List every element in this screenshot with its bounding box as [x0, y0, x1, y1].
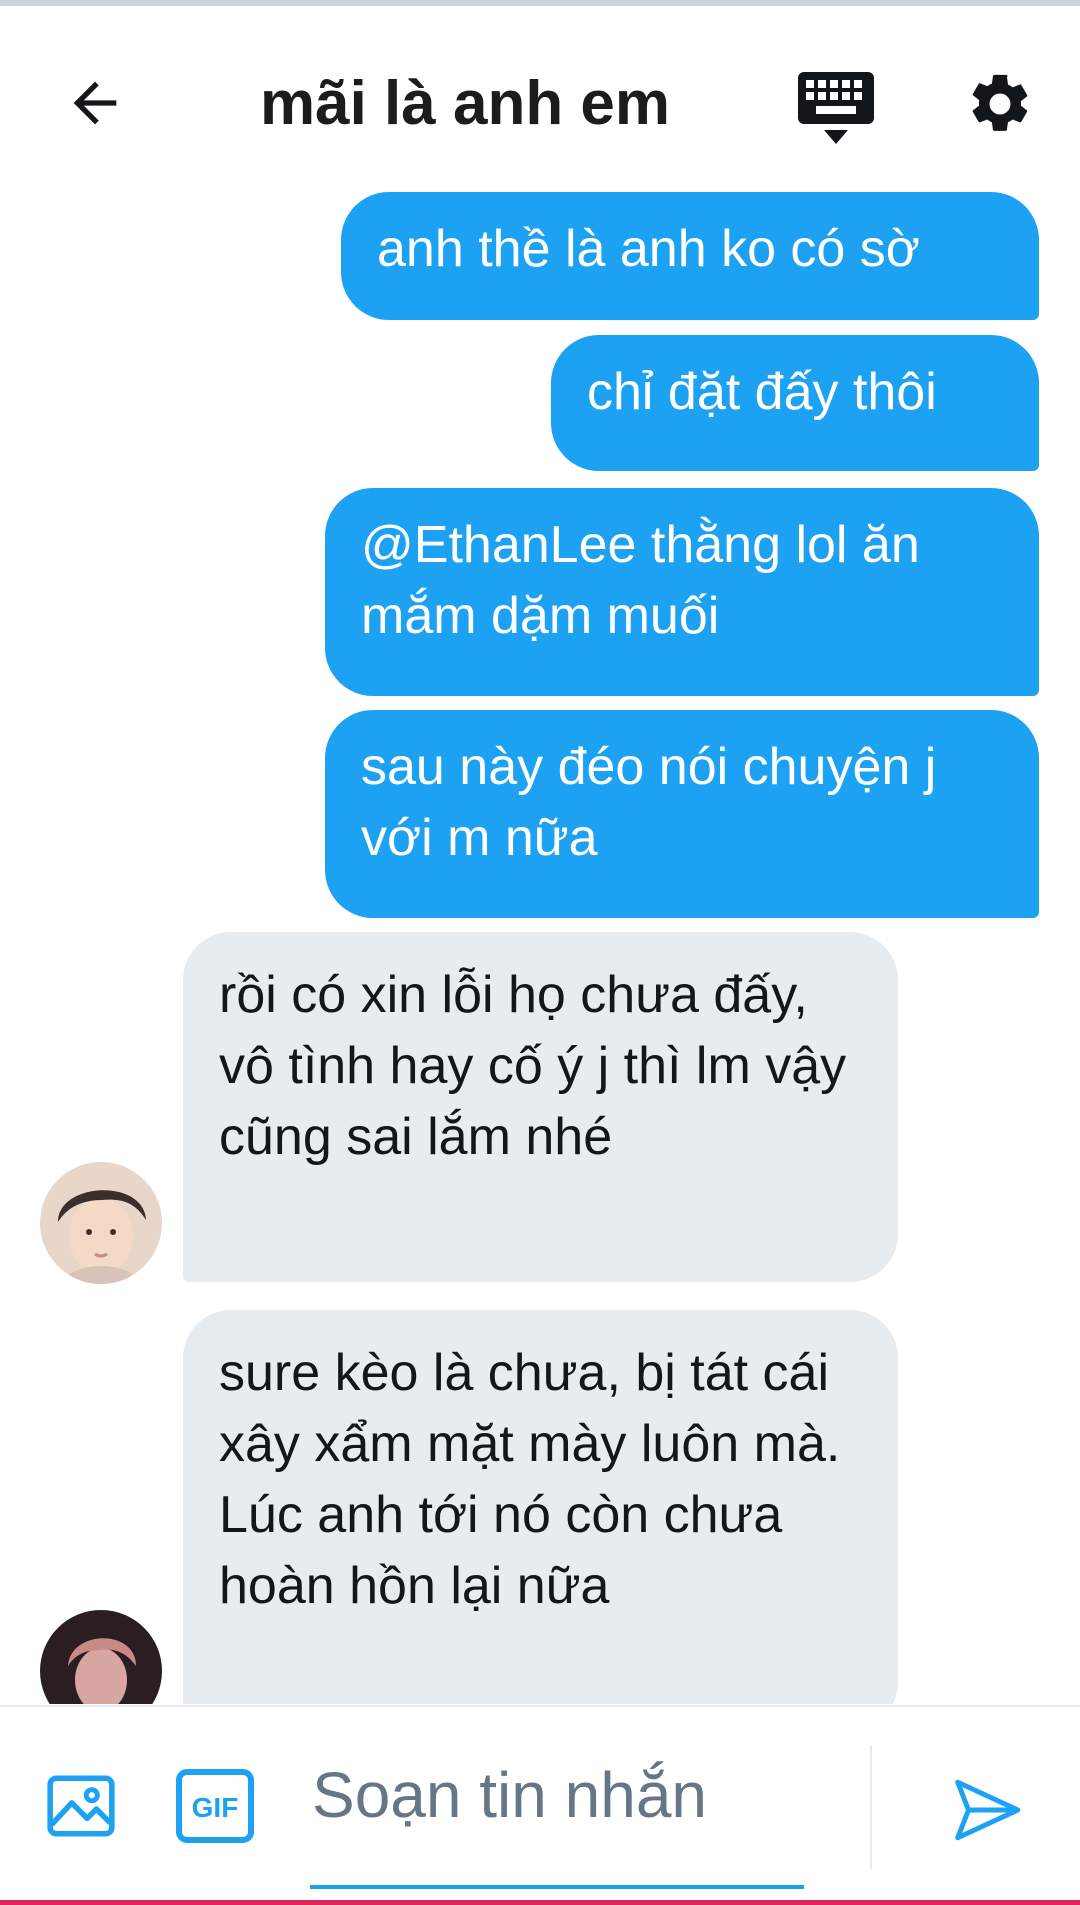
add-gif-button[interactable]: GIF — [176, 1769, 254, 1843]
message-composer: GIF — [0, 1705, 1080, 1902]
message-bubble-sent[interactable]: chỉ đặt đấy thôi — [551, 335, 1039, 471]
add-image-button[interactable] — [44, 1769, 118, 1843]
user-avatar-image — [40, 1610, 162, 1704]
conversation-title: mãi là anh em — [259, 69, 671, 138]
bottom-edge-strip — [0, 1900, 1080, 1905]
gif-label: GIF — [192, 1792, 239, 1823]
message-bubble-sent[interactable]: sau này đéo nói chuyện j với m nữa — [325, 710, 1039, 918]
keyboard-toggle-button[interactable] — [796, 68, 876, 148]
message-bubble-received[interactable]: sure kèo là chưa, bị tát cái xây xẩm mặt… — [183, 1310, 898, 1704]
message-bubble-sent[interactable]: anh thề là anh ko có sờ — [341, 192, 1039, 320]
back-button[interactable] — [58, 66, 132, 140]
settings-button[interactable] — [960, 64, 1040, 144]
message-input[interactable] — [300, 1735, 806, 1855]
input-underline — [310, 1885, 804, 1889]
send-icon — [955, 1779, 1021, 1841]
send-button[interactable] — [950, 1773, 1024, 1847]
image-icon — [47, 1775, 115, 1837]
conversation-header: mãi là anh em — [0, 6, 1080, 192]
message-bubble-sent[interactable]: @EthanLee thằng lol ăn mắm dặm muối — [325, 488, 1039, 696]
gear-icon — [972, 74, 1028, 131]
avatar[interactable] — [40, 1162, 162, 1284]
user-avatar-image — [40, 1162, 162, 1284]
gif-icon: GIF — [176, 1769, 254, 1843]
keyboard-icon — [798, 72, 874, 144]
message-bubble-received[interactable]: rồi có xin lỗi họ chưa đấy, vô tình hay … — [183, 932, 898, 1282]
avatar[interactable] — [40, 1610, 162, 1704]
message-list[interactable]: anh thề là anh ko có sờ chỉ đặt đấy thôi… — [0, 192, 1080, 1704]
composer-divider — [870, 1745, 872, 1869]
arrow-left-icon — [73, 81, 117, 125]
